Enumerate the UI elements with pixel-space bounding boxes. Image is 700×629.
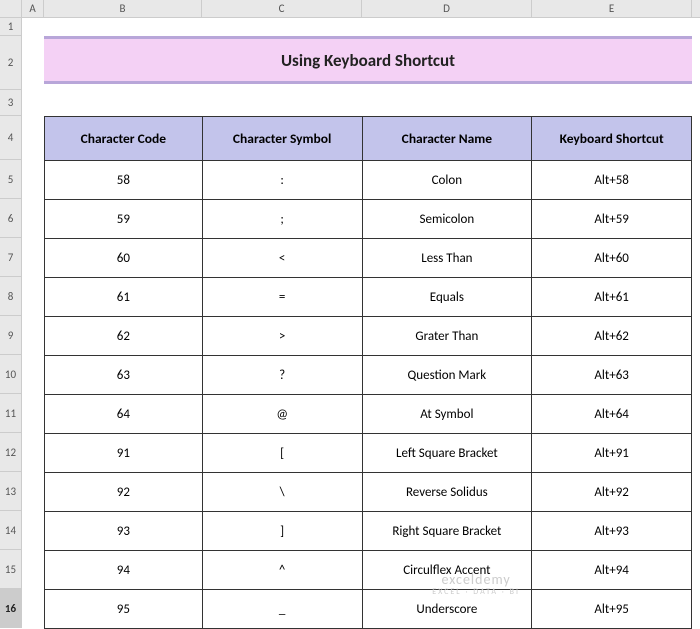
cell-name[interactable]: Semicolon bbox=[362, 200, 532, 239]
cell-symbol[interactable]: ? bbox=[202, 356, 362, 395]
row-header-7[interactable]: 7 bbox=[0, 238, 21, 277]
col-header-E[interactable]: E bbox=[532, 0, 692, 17]
header-symbol[interactable]: Character Symbol bbox=[202, 117, 362, 161]
select-all-corner[interactable] bbox=[0, 0, 21, 18]
row-header-9[interactable]: 9 bbox=[0, 316, 21, 355]
cell-name[interactable]: At Symbol bbox=[362, 395, 532, 434]
cell-code[interactable]: 91 bbox=[45, 434, 203, 473]
col-headers: A B C D E bbox=[22, 0, 700, 18]
cell-name[interactable]: Equals bbox=[362, 278, 532, 317]
table-row: 64@At SymbolAlt+64 bbox=[45, 395, 692, 434]
cell-name[interactable]: Question Mark bbox=[362, 356, 532, 395]
cell-code[interactable]: 93 bbox=[45, 512, 203, 551]
spreadsheet: 1 2 3 4 5 6 7 8 9 10 11 12 13 14 15 16 A… bbox=[0, 0, 700, 628]
row-header-6[interactable]: 6 bbox=[0, 199, 21, 238]
cell-shortcut[interactable]: Alt+63 bbox=[532, 356, 692, 395]
cell-code[interactable]: 62 bbox=[45, 317, 203, 356]
cell-shortcut[interactable]: Alt+92 bbox=[532, 473, 692, 512]
row-header-4[interactable]: 4 bbox=[0, 116, 21, 160]
row-header-1[interactable]: 1 bbox=[0, 18, 21, 36]
cell-symbol[interactable]: > bbox=[202, 317, 362, 356]
table-row: 91[Left Square BracketAlt+91 bbox=[45, 434, 692, 473]
row-header-12[interactable]: 12 bbox=[0, 433, 21, 472]
cell-symbol[interactable]: [ bbox=[202, 434, 362, 473]
cell-name[interactable]: Circulflex Accent bbox=[362, 551, 532, 590]
cell-name[interactable]: Grater Than bbox=[362, 317, 532, 356]
cell-symbol[interactable]: @ bbox=[202, 395, 362, 434]
row-header-8[interactable]: 8 bbox=[0, 277, 21, 316]
cell-shortcut[interactable]: Alt+94 bbox=[532, 551, 692, 590]
cell-shortcut[interactable]: Alt+64 bbox=[532, 395, 692, 434]
table-row: 58:ColonAlt+58 bbox=[45, 161, 692, 200]
table-row: 62>Grater ThanAlt+62 bbox=[45, 317, 692, 356]
col-header-A[interactable]: A bbox=[22, 0, 44, 17]
cell-symbol[interactable]: : bbox=[202, 161, 362, 200]
row-header-10[interactable]: 10 bbox=[0, 355, 21, 394]
cell-name[interactable]: Less Than bbox=[362, 239, 532, 278]
cell-name[interactable]: Right Square Bracket bbox=[362, 512, 532, 551]
table-row: 94^Circulflex AccentAlt+94 bbox=[45, 551, 692, 590]
col-header-D[interactable]: D bbox=[362, 0, 532, 17]
table-header-row: Character Code Character Symbol Characte… bbox=[45, 117, 692, 161]
row-header-16[interactable]: 16 bbox=[0, 589, 21, 628]
cell-code[interactable]: 61 bbox=[45, 278, 203, 317]
data-table: Character Code Character Symbol Characte… bbox=[44, 116, 692, 629]
cell-code[interactable]: 58 bbox=[45, 161, 203, 200]
header-shortcut[interactable]: Keyboard Shortcut bbox=[532, 117, 692, 161]
header-name[interactable]: Character Name bbox=[362, 117, 532, 161]
cell-symbol[interactable]: = bbox=[202, 278, 362, 317]
header-code[interactable]: Character Code bbox=[45, 117, 203, 161]
table-row: 61=EqualsAlt+61 bbox=[45, 278, 692, 317]
title-banner[interactable]: Using Keyboard Shortcut bbox=[44, 36, 692, 84]
cell-name[interactable]: Underscore bbox=[362, 590, 532, 629]
table-row: 60<Less ThanAlt+60 bbox=[45, 239, 692, 278]
table-row: 59;SemicolonAlt+59 bbox=[45, 200, 692, 239]
cell-code[interactable]: 63 bbox=[45, 356, 203, 395]
row-header-3[interactable]: 3 bbox=[0, 90, 21, 116]
cell-name[interactable]: Left Square Bracket bbox=[362, 434, 532, 473]
row-header-11[interactable]: 11 bbox=[0, 394, 21, 433]
cell-code[interactable]: 59 bbox=[45, 200, 203, 239]
content-area: Using Keyboard Shortcut Character Code C… bbox=[22, 18, 700, 628]
cell-name[interactable]: Reverse Solidus bbox=[362, 473, 532, 512]
cell-symbol[interactable]: \ bbox=[202, 473, 362, 512]
table-row: 63?Question MarkAlt+63 bbox=[45, 356, 692, 395]
cell-code[interactable]: 95 bbox=[45, 590, 203, 629]
cell-symbol[interactable]: ^ bbox=[202, 551, 362, 590]
cell-name[interactable]: Colon bbox=[362, 161, 532, 200]
cell-shortcut[interactable]: Alt+62 bbox=[532, 317, 692, 356]
cell-symbol[interactable]: ; bbox=[202, 200, 362, 239]
row-header-14[interactable]: 14 bbox=[0, 511, 21, 550]
main-area: A B C D E Using Keyboard Shortcut Charac… bbox=[22, 0, 700, 628]
cell-shortcut[interactable]: Alt+91 bbox=[532, 434, 692, 473]
col-header-C[interactable]: C bbox=[202, 0, 362, 17]
cell-symbol[interactable]: ] bbox=[202, 512, 362, 551]
table-row: 95_UnderscoreAlt+95 bbox=[45, 590, 692, 629]
cell-symbol[interactable]: < bbox=[202, 239, 362, 278]
cell-shortcut[interactable]: Alt+58 bbox=[532, 161, 692, 200]
cell-code[interactable]: 94 bbox=[45, 551, 203, 590]
cell-shortcut[interactable]: Alt+95 bbox=[532, 590, 692, 629]
cell-code[interactable]: 64 bbox=[45, 395, 203, 434]
row-headers: 1 2 3 4 5 6 7 8 9 10 11 12 13 14 15 16 bbox=[0, 0, 22, 628]
row-header-15[interactable]: 15 bbox=[0, 550, 21, 589]
cell-symbol[interactable]: _ bbox=[202, 590, 362, 629]
col-header-B[interactable]: B bbox=[44, 0, 202, 17]
table-row: 93]Right Square BracketAlt+93 bbox=[45, 512, 692, 551]
table-row: 92\Reverse SolidusAlt+92 bbox=[45, 473, 692, 512]
row-header-2[interactable]: 2 bbox=[0, 36, 21, 90]
cell-code[interactable]: 60 bbox=[45, 239, 203, 278]
cell-shortcut[interactable]: Alt+59 bbox=[532, 200, 692, 239]
cell-shortcut[interactable]: Alt+93 bbox=[532, 512, 692, 551]
cell-code[interactable]: 92 bbox=[45, 473, 203, 512]
row-header-13[interactable]: 13 bbox=[0, 472, 21, 511]
cell-shortcut[interactable]: Alt+60 bbox=[532, 239, 692, 278]
row-header-5[interactable]: 5 bbox=[0, 160, 21, 199]
cell-shortcut[interactable]: Alt+61 bbox=[532, 278, 692, 317]
